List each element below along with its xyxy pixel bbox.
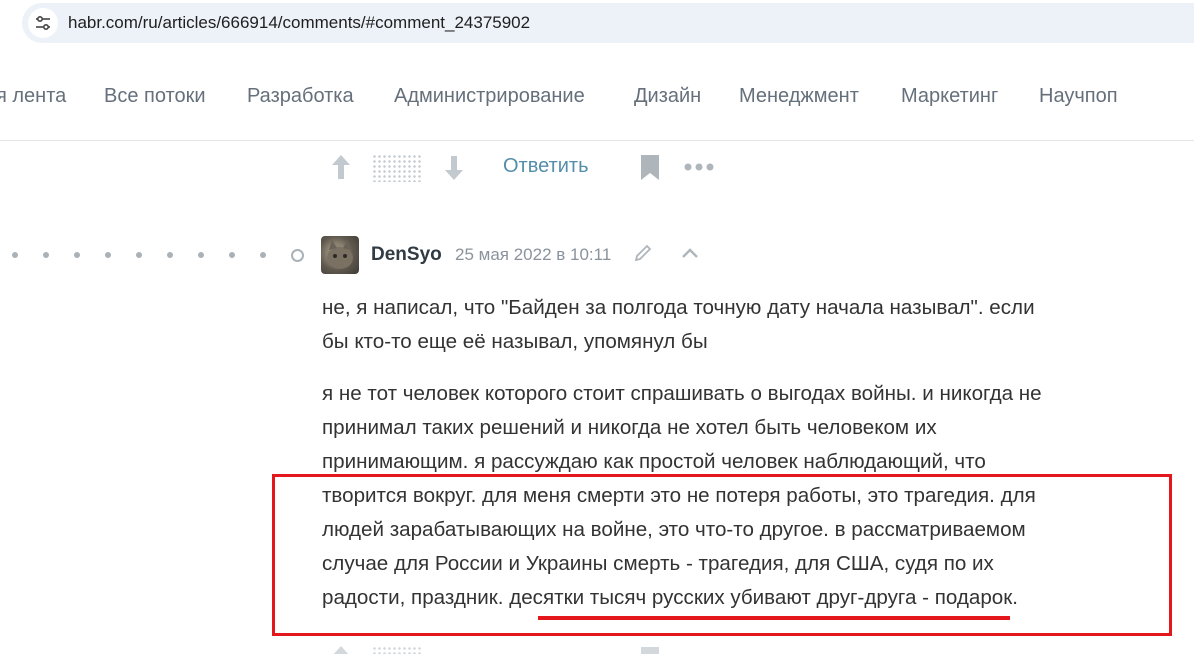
thread-dot — [105, 252, 111, 258]
thread-dot — [136, 252, 142, 258]
nav-item-my-feed[interactable]: я лента — [0, 85, 66, 108]
annotation-highlight-box — [272, 474, 1172, 636]
thread-current-ring — [291, 249, 304, 262]
bookmark-icon[interactable] — [640, 646, 660, 654]
comment-author[interactable]: DenSyo — [371, 244, 442, 266]
comment-line: я не тот человек которого стоит спрашива… — [322, 382, 1042, 405]
thread-dot — [12, 252, 18, 258]
comment-line: принимал таких решений и никогда не хоте… — [322, 416, 937, 439]
arrow-up-icon[interactable] — [330, 153, 352, 181]
thread-dot — [74, 252, 80, 258]
thread-dot — [260, 252, 266, 258]
score-placeholder — [372, 646, 422, 654]
arrow-down-icon[interactable] — [443, 154, 465, 182]
url-text[interactable]: habr.com/ru/articles/666914/comments/#co… — [68, 13, 530, 33]
nav-item-all-streams[interactable]: Все потоки — [104, 85, 206, 108]
bookmark-icon[interactable] — [640, 154, 660, 181]
avatar[interactable] — [321, 236, 359, 274]
next-action-row-partial — [0, 640, 1194, 654]
nav-item-development[interactable]: Разработка — [247, 85, 354, 108]
site-settings-icon[interactable] — [28, 8, 58, 38]
thread-dot — [167, 252, 173, 258]
nav-item-management[interactable]: Менеджмент — [739, 85, 859, 108]
thread-dot — [43, 252, 49, 258]
nav-item-design[interactable]: Дизайн — [634, 85, 701, 108]
thread-dot — [198, 252, 204, 258]
annotation-underline — [538, 616, 1010, 620]
comment-line: бы кто-то еще её называл, упомянул бы — [322, 330, 708, 353]
arrow-up-icon[interactable] — [330, 644, 352, 654]
edited-pencil-icon — [634, 244, 652, 262]
chevron-up-icon[interactable] — [681, 247, 699, 259]
reply-button[interactable]: Ответить — [503, 155, 589, 178]
nav-item-marketing[interactable]: Маркетинг — [901, 85, 998, 108]
nav-item-administration[interactable]: Администрирование — [394, 85, 585, 108]
browser-address-bar: habr.com/ru/articles/666914/comments/#co… — [0, 0, 1194, 50]
comment-line: не, я написал, что "Байден за полгода то… — [322, 296, 1035, 319]
thread-depth-indicator — [0, 248, 310, 262]
thread-dot — [229, 252, 235, 258]
more-icon[interactable] — [684, 160, 714, 174]
hubs-navigation: я лента Все потоки Разработка Администри… — [0, 50, 1194, 141]
score-placeholder — [372, 154, 422, 182]
nav-item-popsci[interactable]: Научпоп — [1039, 85, 1118, 108]
comment-date[interactable]: 25 мая 2022 в 10:11 — [455, 245, 611, 265]
comment-paragraph-1: не, я написал, что "Байден за полгода то… — [322, 291, 1162, 359]
